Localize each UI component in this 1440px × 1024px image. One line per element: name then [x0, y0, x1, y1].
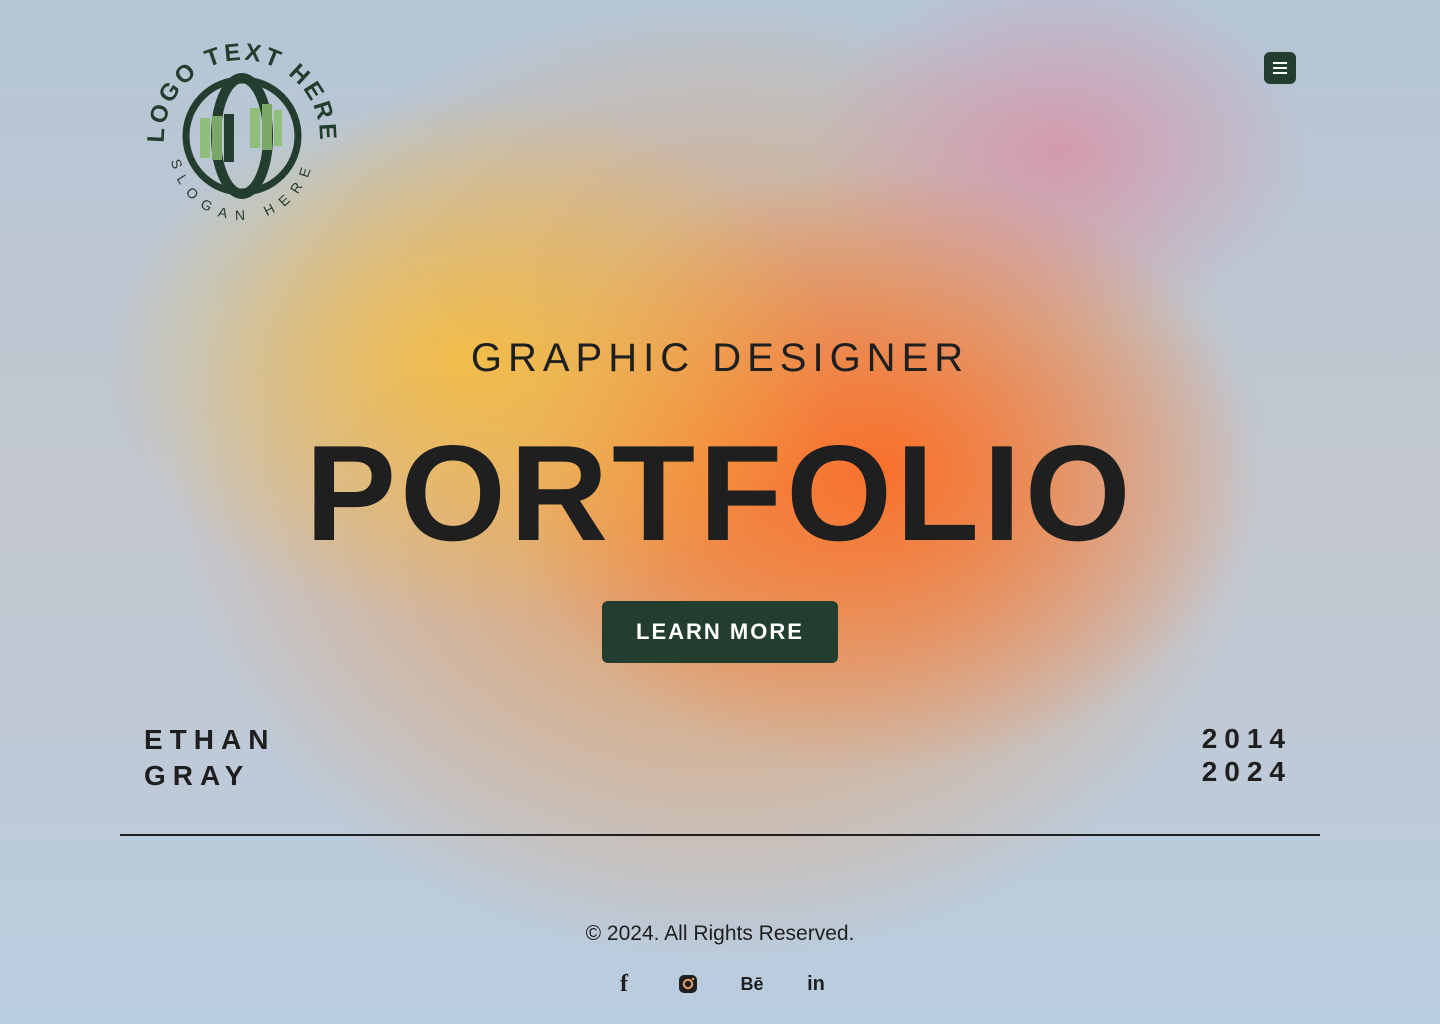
period-end: 2024 — [1201, 756, 1292, 787]
portfolio-period: 2014 2024 — [1202, 722, 1292, 788]
svg-text:LOGO TEXT HERE: LOGO TEXT HERE — [143, 39, 342, 144]
social-links: f Bē in — [600, 968, 840, 1000]
period-start: 2014 — [1201, 723, 1292, 754]
behance-link[interactable]: Bē — [728, 968, 776, 1000]
learn-more-button[interactable]: LEARN MORE — [602, 601, 838, 663]
logo-text-top: LOGO TEXT HERE — [143, 39, 339, 144]
logo-emblem-icon: LOGO TEXT HERE SLOGAN HERE — [143, 39, 342, 224]
linkedin-link[interactable]: in — [792, 968, 840, 1000]
menu-button[interactable] — [1264, 52, 1296, 84]
instagram-link[interactable] — [664, 968, 712, 1000]
owner-name: ETHAN GRAY — [144, 722, 275, 794]
hamburger-icon — [1273, 62, 1287, 74]
behance-icon: Bē — [740, 973, 764, 994]
divider — [120, 834, 1320, 836]
facebook-link[interactable]: f — [600, 968, 648, 1000]
copyright-text: © 2024. All Rights Reserved. — [585, 922, 855, 945]
hero-title: PORTFOLIO — [305, 417, 1135, 569]
hero-subtitle: GRAPHIC DESIGNER — [470, 336, 970, 380]
linkedin-icon: in — [807, 972, 825, 995]
instagram-icon — [679, 975, 697, 993]
owner-last-name: GRAY — [144, 760, 251, 791]
facebook-icon: f — [620, 970, 628, 997]
owner-first-name: ETHAN — [144, 724, 276, 755]
brand-logo[interactable]: LOGO TEXT HERE SLOGAN HERE — [142, 38, 342, 238]
